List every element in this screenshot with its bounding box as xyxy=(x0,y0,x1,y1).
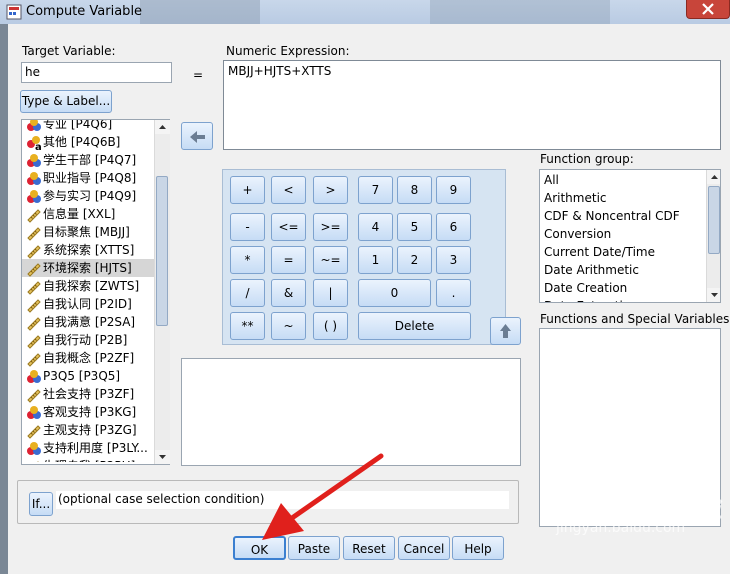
watermark-url: jingyan.baidu.com xyxy=(556,520,686,536)
